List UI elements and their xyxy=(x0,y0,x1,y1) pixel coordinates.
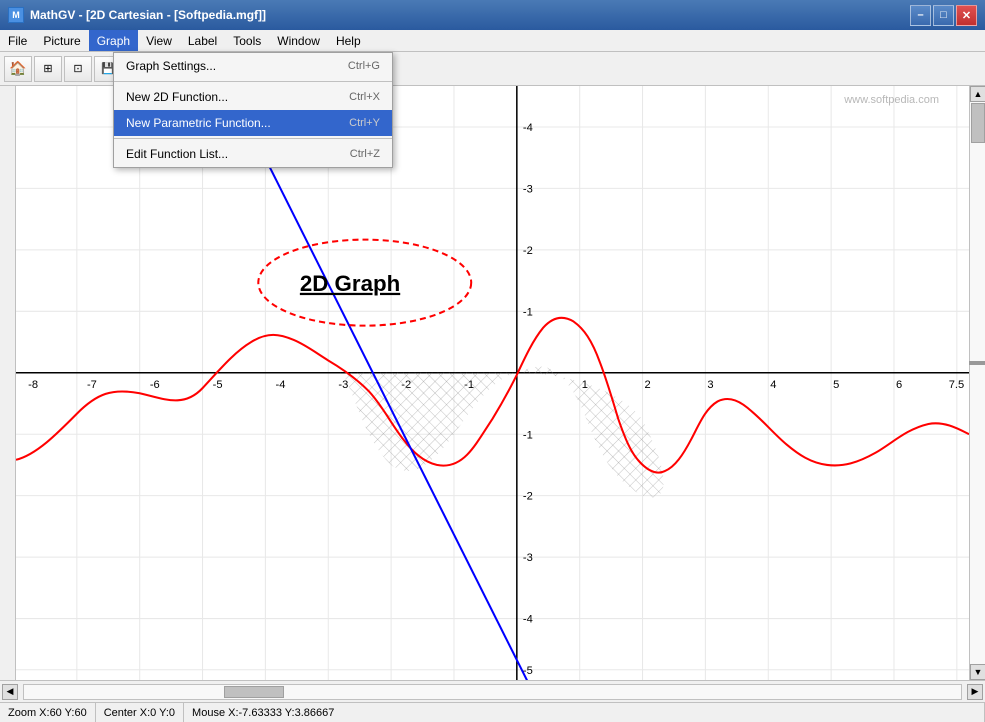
toolbar-new[interactable]: 🏠 xyxy=(4,56,32,82)
app-icon: M xyxy=(8,7,24,23)
graph-area[interactable]: www.softpedia.com xyxy=(16,86,969,680)
scroll-thumb-vertical[interactable] xyxy=(971,103,985,143)
minimize-button[interactable]: – xyxy=(910,5,931,26)
svg-text:-3: -3 xyxy=(523,183,533,195)
menu-window[interactable]: Window xyxy=(269,30,328,51)
status-bar: Zoom X:60 Y:60 Center X:0 Y:0 Mouse X:-7… xyxy=(0,702,985,722)
title-bar: M MathGV - [2D Cartesian - [Softpedia.mg… xyxy=(0,0,985,30)
svg-text:2: 2 xyxy=(645,379,651,391)
svg-text:-4: -4 xyxy=(523,614,533,626)
svg-text:-6: -6 xyxy=(150,379,160,391)
dropdown-graph-settings-label: Graph Settings... xyxy=(126,59,216,73)
scroll-left-button[interactable]: ◀ xyxy=(2,684,18,700)
title-text: MathGV - [2D Cartesian - [Softpedia.mgf]… xyxy=(30,8,266,22)
svg-text:-1: -1 xyxy=(523,429,533,441)
dropdown-edit-function[interactable]: Edit Function List... Ctrl+Z xyxy=(114,141,392,167)
horizontal-scrollbar[interactable] xyxy=(23,684,962,700)
menu-help[interactable]: Help xyxy=(328,30,369,51)
bottom-bar: ◀ ▶ xyxy=(0,680,985,702)
scroll-right-button[interactable]: ▶ xyxy=(967,684,983,700)
svg-text:2D Graph: 2D Graph xyxy=(300,271,400,296)
right-scrollbar[interactable]: ▲ ▼ xyxy=(969,86,985,680)
svg-text:-1: -1 xyxy=(523,306,533,318)
svg-text:-3: -3 xyxy=(523,552,533,564)
menu-bar: File Picture Graph View Label Tools Wind… xyxy=(0,30,985,52)
svg-text:-4: -4 xyxy=(523,122,533,134)
svg-text:-5: -5 xyxy=(213,379,223,391)
dropdown-new-2d[interactable]: New 2D Function... Ctrl+X xyxy=(114,84,392,110)
dropdown-new-2d-label: New 2D Function... xyxy=(126,90,228,104)
toolbar-grid[interactable]: ⊡ xyxy=(64,56,92,82)
maximize-button[interactable]: □ xyxy=(933,5,954,26)
graph-svg: -8 -7 -6 -5 -4 -3 -2 -1 1 2 3 4 5 6 7.5 … xyxy=(16,86,969,680)
graph-dropdown-menu: Graph Settings... Ctrl+G New 2D Function… xyxy=(113,52,393,168)
title-bar-left: M MathGV - [2D Cartesian - [Softpedia.mg… xyxy=(8,7,266,23)
status-center: Center X:0 Y:0 xyxy=(96,703,184,722)
dropdown-new-2d-shortcut: Ctrl+X xyxy=(349,91,380,103)
dropdown-new-parametric-label: New Parametric Function... xyxy=(126,116,271,130)
dropdown-edit-function-label: Edit Function List... xyxy=(126,147,228,161)
svg-text:5: 5 xyxy=(833,379,839,391)
dropdown-sep1 xyxy=(114,81,392,82)
dropdown-edit-function-shortcut: Ctrl+Z xyxy=(350,148,380,160)
status-mouse: Mouse X:-7.63333 Y:3.86667 xyxy=(184,703,985,722)
scroll-down-button[interactable]: ▼ xyxy=(970,664,985,680)
dropdown-graph-settings-shortcut: Ctrl+G xyxy=(348,60,380,72)
svg-text:4: 4 xyxy=(770,379,776,391)
svg-text:3: 3 xyxy=(707,379,713,391)
left-panel xyxy=(0,86,16,680)
menu-view[interactable]: View xyxy=(138,30,180,51)
title-bar-controls: – □ ✕ xyxy=(910,5,977,26)
toolbar-open[interactable]: ⊞ xyxy=(34,56,62,82)
menu-picture[interactable]: Picture xyxy=(35,30,88,51)
svg-text:-4: -4 xyxy=(276,379,286,391)
scroll-track-vertical[interactable] xyxy=(970,102,985,664)
dropdown-sep2 xyxy=(114,138,392,139)
main-area: www.softpedia.com xyxy=(0,86,985,680)
dropdown-graph-settings[interactable]: Graph Settings... Ctrl+G xyxy=(114,53,392,79)
menu-file[interactable]: File xyxy=(0,30,35,51)
svg-text:-7: -7 xyxy=(87,379,97,391)
menu-label[interactable]: Label xyxy=(180,30,225,51)
close-button[interactable]: ✕ xyxy=(956,5,977,26)
dropdown-new-parametric-shortcut: Ctrl+Y xyxy=(349,117,380,129)
svg-text:-2: -2 xyxy=(523,245,533,257)
status-zoom: Zoom X:60 Y:60 xyxy=(0,703,96,722)
dropdown-new-parametric[interactable]: New Parametric Function... Ctrl+Y xyxy=(114,110,392,136)
svg-text:-2: -2 xyxy=(523,491,533,503)
scroll-up-button[interactable]: ▲ xyxy=(970,86,985,102)
svg-text:-8: -8 xyxy=(28,379,38,391)
svg-text:7.5: 7.5 xyxy=(949,379,964,391)
svg-text:6: 6 xyxy=(896,379,902,391)
menu-graph[interactable]: Graph xyxy=(89,30,138,51)
watermark: www.softpedia.com xyxy=(844,94,939,106)
menu-tools[interactable]: Tools xyxy=(225,30,269,51)
